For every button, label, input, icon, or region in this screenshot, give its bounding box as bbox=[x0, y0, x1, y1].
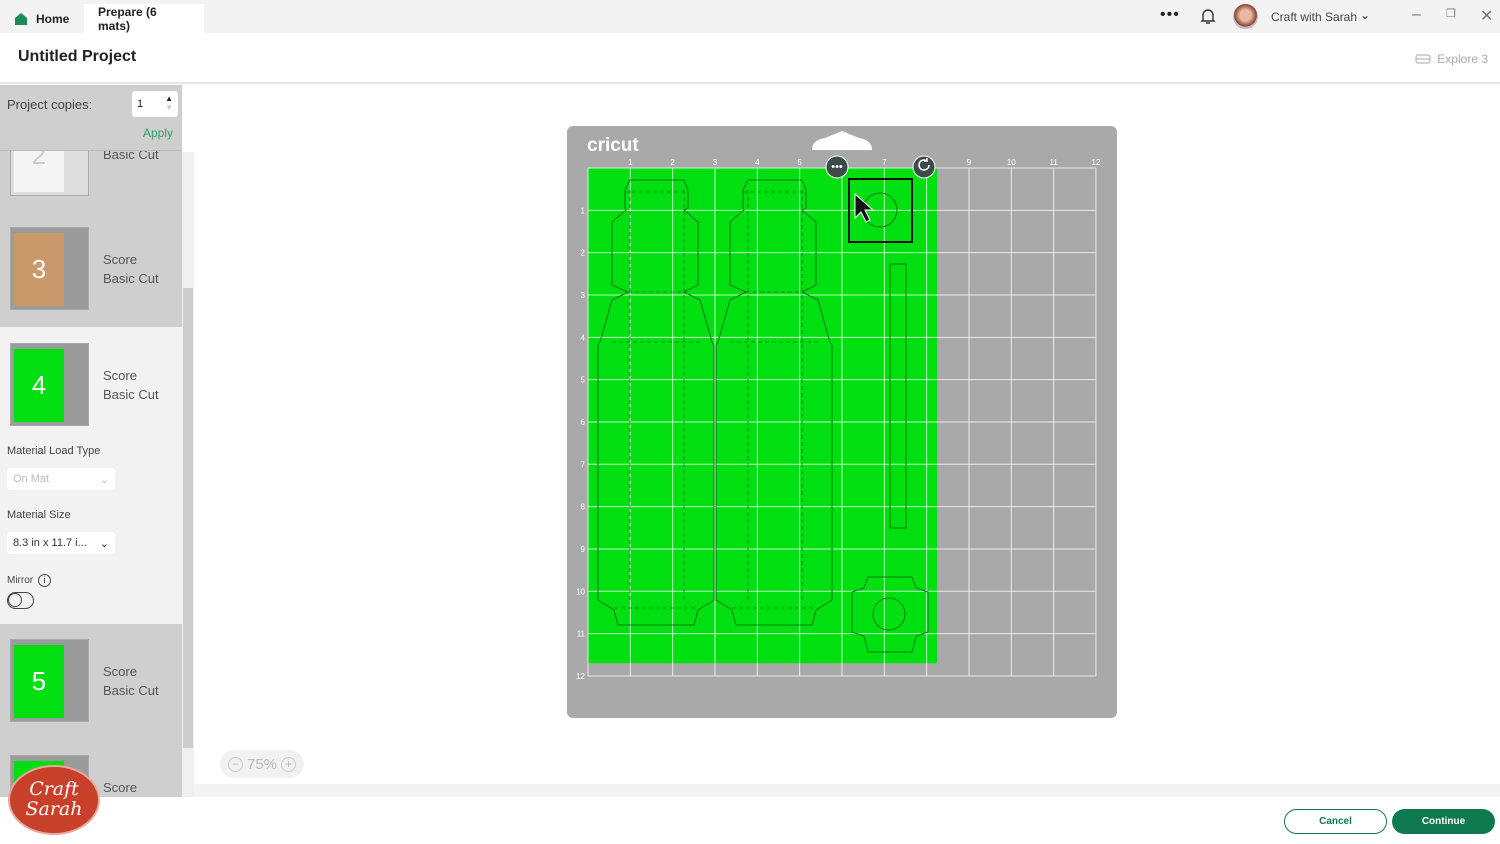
craft-with-sarah-logo: Craft Sarah bbox=[8, 765, 100, 835]
left-ruler-tick: 5 bbox=[581, 376, 586, 385]
zoom-in-icon[interactable]: + bbox=[281, 756, 297, 772]
project-copies-value: 1 bbox=[137, 98, 144, 110]
project-copies-section: Project copies: 1 ▲ ▼ Apply bbox=[0, 85, 182, 151]
top-ruler-tick: 9 bbox=[967, 158, 972, 167]
more-options-dots: ••• bbox=[831, 161, 843, 173]
top-ruler-tick: 2 bbox=[670, 158, 675, 167]
project-copies-input[interactable]: 1 ▲ ▼ bbox=[132, 91, 178, 117]
left-ruler-tick: 4 bbox=[581, 333, 586, 342]
top-ruler-tick: 11 bbox=[1049, 158, 1058, 167]
stepper-icon[interactable]: ▲ ▼ bbox=[165, 94, 173, 112]
zoom-level: 75% bbox=[246, 755, 278, 773]
left-ruler-tick: 1 bbox=[581, 206, 586, 215]
left-ruler-tick: 2 bbox=[581, 249, 586, 258]
top-ruler-tick: 1 bbox=[628, 158, 633, 167]
project-copies-label: Project copies: bbox=[7, 97, 93, 112]
left-ruler-tick: 6 bbox=[581, 418, 586, 427]
top-ruler-tick: 12 bbox=[1092, 158, 1101, 167]
left-ruler-tick: 12 bbox=[576, 672, 585, 681]
left-ruler-tick: 7 bbox=[581, 460, 586, 469]
top-ruler-tick: 7 bbox=[882, 158, 887, 167]
left-ruler-tick: 10 bbox=[576, 587, 585, 596]
left-ruler-tick: 8 bbox=[581, 503, 586, 512]
zoom-control: − 75% + bbox=[220, 750, 304, 778]
mat-preview[interactable]: cricut123456789101112123456789101112••• bbox=[0, 0, 1500, 797]
top-ruler-tick: 5 bbox=[797, 158, 802, 167]
zoom-out-icon[interactable]: − bbox=[227, 756, 243, 772]
continue-button[interactable]: Continue bbox=[1392, 809, 1495, 834]
cricut-logo: cricut bbox=[587, 135, 639, 156]
top-ruler-tick: 10 bbox=[1007, 158, 1016, 167]
canvas-horizontal-scrollbar[interactable] bbox=[194, 784, 1500, 797]
left-ruler-tick: 9 bbox=[581, 545, 586, 554]
left-ruler-tick: 3 bbox=[581, 291, 586, 300]
footer-bar: Cancel Continue bbox=[0, 797, 1500, 844]
top-ruler-tick: 3 bbox=[713, 158, 718, 167]
cancel-button[interactable]: Cancel bbox=[1284, 809, 1387, 834]
top-ruler-tick: 4 bbox=[755, 158, 760, 167]
apply-button[interactable]: Apply bbox=[143, 126, 173, 140]
left-ruler-tick: 11 bbox=[577, 630, 586, 639]
